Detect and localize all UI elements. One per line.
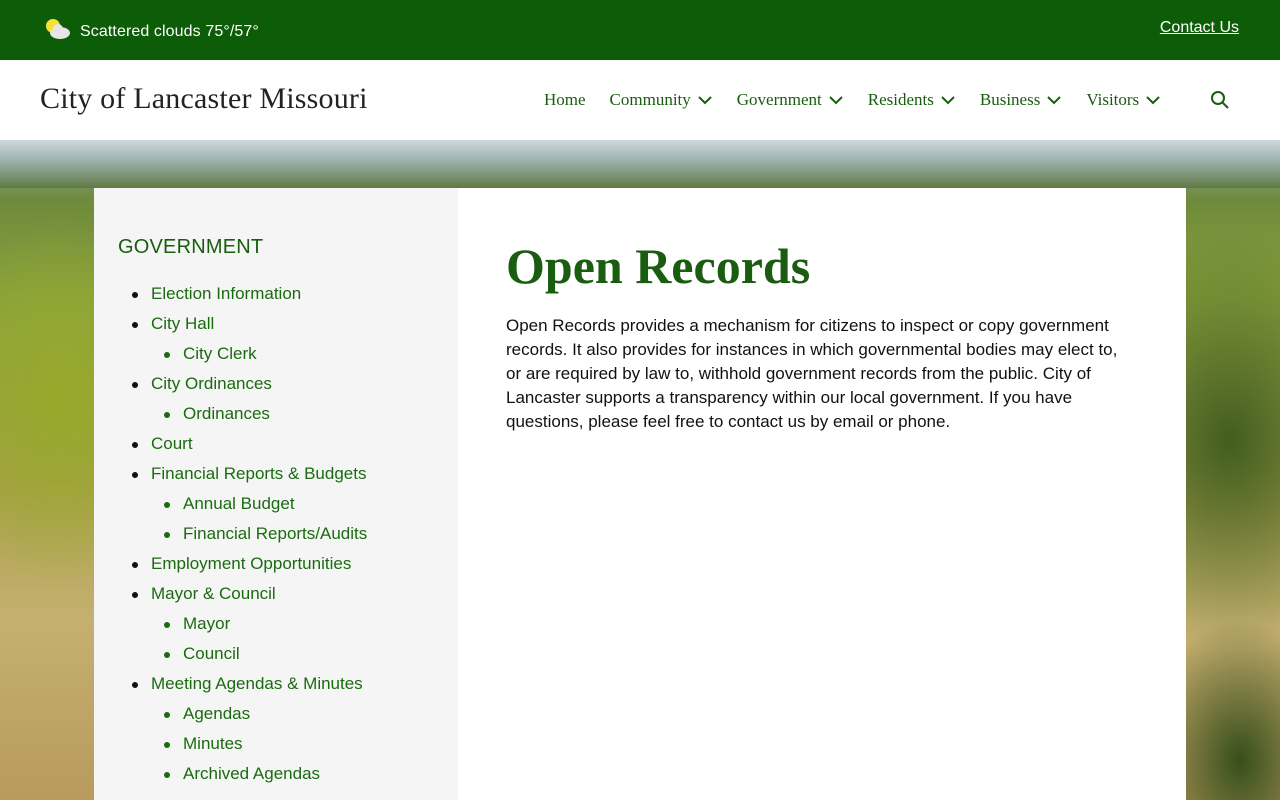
sidebar-item-label: City Hall — [151, 314, 215, 333]
sidebar-item-label: Employment Opportunities — [151, 554, 352, 573]
nav-label: Government — [736, 90, 822, 109]
hero-hills — [0, 140, 1280, 188]
contact-us-link[interactable]: Contact Us — [1160, 19, 1239, 37]
nav-label: Home — [544, 90, 586, 109]
bullet — [164, 652, 170, 658]
sidebar-item-city-ordinances[interactable]: City Ordinances — [118, 369, 367, 399]
bullet — [132, 442, 138, 448]
nav-label: Community — [609, 90, 691, 109]
nav-visitors[interactable]: Visitors — [1086, 90, 1161, 110]
bullet — [164, 532, 170, 538]
chevron-down-icon — [829, 96, 843, 105]
main-nav: Home Community Government Residents Busi… — [544, 90, 1185, 110]
sidebar-item-archived-agendas[interactable]: Archived Agendas — [118, 759, 367, 789]
sidebar-item-city-hall[interactable]: City Hall — [118, 309, 367, 339]
sidebar-item-label: Archived Agendas — [183, 764, 321, 783]
bullet — [132, 382, 138, 388]
sidebar-item-employment-opportunities[interactable]: Employment Opportunities — [118, 549, 367, 579]
sidebar-heading[interactable]: GOVERNMENT — [118, 236, 263, 259]
bullet — [132, 322, 138, 328]
sidebar-item-city-clerk[interactable]: City Clerk — [118, 339, 367, 369]
sidebar-item-label: Annual Budget — [183, 494, 295, 513]
sidebar-item-ordinances[interactable]: Ordinances — [118, 399, 367, 429]
sidebar-item-label: City Clerk — [183, 344, 257, 363]
sidebar-item-label: Mayor — [183, 614, 231, 633]
nav-home[interactable]: Home — [544, 90, 586, 110]
chevron-down-icon — [941, 96, 955, 105]
sidebar-item-annual-budget[interactable]: Annual Budget — [118, 489, 367, 519]
bullet — [164, 412, 170, 418]
weather-widget: Scattered clouds 75°/57° — [44, 17, 259, 46]
sidebar-item-financial-reports-budgets[interactable]: Financial Reports & Budgets — [118, 459, 367, 489]
sidebar-item-council[interactable]: Council — [118, 639, 367, 669]
chevron-down-icon — [1047, 96, 1062, 105]
bullet — [164, 772, 170, 778]
bullet — [164, 622, 170, 628]
nav-government[interactable]: Government — [737, 90, 844, 110]
sidebar-menu: Election Information City Hall City Cler… — [118, 279, 367, 789]
sidebar-item-label: Financial Reports & Budgets — [151, 464, 367, 483]
sidebar-item-court[interactable]: Court — [118, 429, 367, 459]
sidebar-item-label: Court — [151, 434, 193, 453]
bullet — [132, 472, 138, 478]
sidebar: GOVERNMENT Election Information City Hal… — [94, 188, 458, 800]
nav-business[interactable]: Business — [980, 90, 1062, 110]
bullet — [164, 712, 170, 718]
sidebar-item-label: Meeting Agendas & Minutes — [151, 674, 363, 693]
top-bar: Scattered clouds 75°/57° Contact Us — [0, 0, 1280, 60]
bullet — [132, 592, 138, 598]
sidebar-item-label: Ordinances — [183, 404, 270, 423]
site-header: City of Lancaster Missouri Home Communit… — [0, 60, 1280, 140]
sidebar-item-minutes[interactable]: Minutes — [118, 729, 367, 759]
site-title[interactable]: City of Lancaster Missouri — [40, 82, 368, 116]
sidebar-item-label: Election Information — [151, 284, 302, 303]
nav-residents[interactable]: Residents — [868, 90, 956, 110]
nav-community[interactable]: Community — [610, 90, 713, 110]
nav-label: Visitors — [1086, 90, 1140, 109]
bullet — [164, 742, 170, 748]
nav-label: Residents — [867, 90, 934, 109]
sidebar-item-label: Minutes — [183, 734, 243, 753]
search-icon[interactable] — [1210, 90, 1230, 110]
weather-text: Scattered clouds 75°/57° — [80, 22, 259, 40]
nav-label: Business — [979, 90, 1041, 109]
sidebar-item-label: Agendas — [183, 704, 251, 723]
page-body-text: Open Records provides a mechanism for ci… — [506, 316, 1118, 431]
sidebar-item-label: Mayor & Council — [151, 584, 276, 603]
sidebar-item-agendas[interactable]: Agendas — [118, 699, 367, 729]
sidebar-item-label: Financial Reports/Audits — [183, 524, 368, 543]
bullet — [164, 352, 170, 358]
sidebar-item-label: Council — [183, 644, 240, 663]
bullet — [164, 502, 170, 508]
sidebar-item-financial-reports-audits[interactable]: Financial Reports/Audits — [118, 519, 367, 549]
bullet — [132, 292, 138, 298]
content-panel: GOVERNMENT Election Information City Hal… — [94, 188, 1186, 800]
sidebar-item-election-information[interactable]: Election Information — [118, 279, 367, 309]
page-title: Open Records — [506, 238, 811, 294]
sidebar-item-meeting-agendas-minutes[interactable]: Meeting Agendas & Minutes — [118, 669, 367, 699]
bullet — [132, 562, 138, 568]
partly-cloudy-icon — [44, 17, 72, 46]
bullet — [132, 682, 138, 688]
chevron-down-icon — [1146, 96, 1160, 105]
sidebar-item-mayor[interactable]: Mayor — [118, 609, 367, 639]
chevron-down-icon — [698, 96, 712, 105]
sidebar-item-mayor-council[interactable]: Mayor & Council — [118, 579, 367, 609]
sidebar-item-label: City Ordinances — [151, 374, 272, 393]
main-content: Open Records Open Records provides a mec… — [506, 236, 1126, 434]
